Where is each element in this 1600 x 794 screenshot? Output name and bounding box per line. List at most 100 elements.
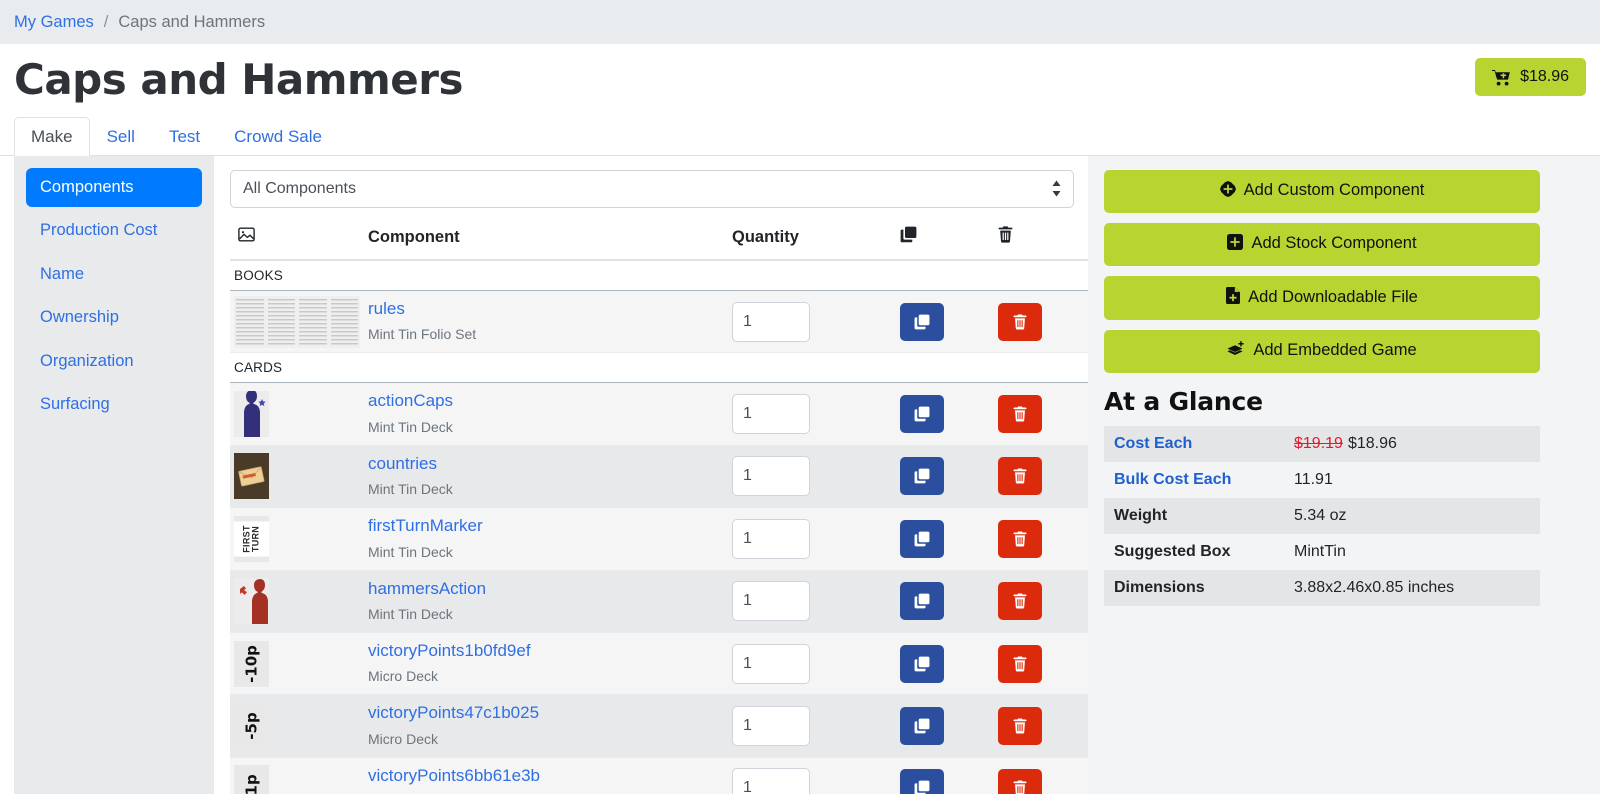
trash-icon [1013, 314, 1027, 330]
row-delete-cell [990, 445, 1088, 509]
quantity-input[interactable] [732, 518, 810, 559]
points-card-text: -10p [242, 644, 261, 683]
sidebar-item-production-cost[interactable]: Production Cost [26, 211, 202, 250]
component-link[interactable]: hammersAction [368, 579, 716, 599]
quantity-input[interactable] [732, 394, 810, 435]
quantity-input[interactable] [732, 768, 810, 794]
tab-sell[interactable]: Sell [90, 117, 152, 156]
component-subtitle: Mint Tin Deck [368, 605, 453, 622]
add-stock-component-label: Add Stock Component [1251, 234, 1417, 252]
plus-circle-icon [1219, 181, 1236, 202]
copy-icon [900, 226, 917, 247]
glance-row-bulk-cost-each: Bulk Cost Each 11.91 [1104, 462, 1540, 498]
row-copy-cell [892, 694, 990, 758]
trash-icon [1013, 468, 1027, 485]
glance-row-weight: Weight 5.34 oz [1104, 498, 1540, 534]
row-copy-cell [892, 290, 990, 354]
add-custom-component-button[interactable]: Add Custom Component [1104, 170, 1540, 213]
delete-button[interactable] [998, 457, 1042, 496]
tab-test[interactable]: Test [152, 117, 217, 156]
glance-key-bulk-cost-each[interactable]: Bulk Cost Each [1104, 462, 1284, 498]
breadcrumb-separator: / [103, 12, 109, 31]
glance-key-cost-each[interactable]: Cost Each [1104, 426, 1284, 462]
quantity-input[interactable] [732, 581, 810, 622]
tab-crowd-sale[interactable]: Crowd Sale [217, 117, 339, 156]
row-delete-cell [990, 290, 1088, 354]
row-name-cell: victoryPoints6bb61e3b Micro Deck [360, 757, 724, 794]
components-table: Component Quantity BOOKS rules Mint Tin … [230, 216, 1088, 794]
sidebar-item-name[interactable]: Name [26, 255, 202, 294]
component-link[interactable]: firstTurnMarker [368, 516, 716, 536]
delete-button[interactable] [998, 302, 1042, 341]
duplicate-button[interactable] [900, 457, 944, 496]
duplicate-button[interactable] [900, 644, 944, 683]
component-link[interactable]: victoryPoints1b0fd9ef [368, 641, 716, 661]
section-label: CARDS [230, 352, 1088, 384]
quantity-input[interactable] [732, 301, 810, 342]
at-a-glance-table: Cost Each $19.19 $18.96 Bulk Cost Each 11… [1104, 426, 1540, 606]
row-qty-cell [724, 290, 892, 354]
column-header-thumbnail [230, 216, 360, 261]
row-qty-cell [724, 382, 892, 446]
sidebar-item-components[interactable]: Components [26, 168, 202, 208]
sidebar-item-surfacing[interactable]: Surfacing [26, 385, 202, 424]
quantity-input[interactable] [732, 706, 810, 747]
component-link[interactable]: rules [368, 299, 716, 319]
row-name-cell: hammersAction Mint Tin Deck [360, 570, 724, 633]
copy-icon [914, 531, 930, 547]
plus-square-icon [1227, 234, 1244, 255]
row-qty-cell [724, 757, 892, 794]
row-qty-cell [724, 445, 892, 509]
glance-value-weight: 5.34 oz [1284, 498, 1540, 534]
duplicate-button[interactable] [900, 707, 944, 746]
add-embedded-game-button[interactable]: Add Embedded Game [1104, 330, 1540, 373]
breadcrumb-link-my-games[interactable]: My Games [14, 13, 94, 32]
table-row: countries Mint Tin Deck [230, 445, 1088, 509]
duplicate-button[interactable] [900, 302, 944, 341]
component-link[interactable]: countries [368, 454, 716, 474]
quantity-input[interactable] [732, 643, 810, 684]
breadcrumb-current: Caps and Hammers [118, 12, 266, 31]
delete-button[interactable] [998, 644, 1042, 683]
cart-button[interactable]: $18.96 [1475, 58, 1586, 96]
figure-star-card-thumbnail [230, 391, 360, 438]
copy-icon [914, 406, 930, 422]
actions-panel: Add Custom Component Add Stock Component [1088, 156, 1600, 794]
delete-button[interactable] [998, 519, 1042, 558]
glance-key-dimensions: Dimensions [1104, 570, 1284, 606]
first-turn-card-text: FIRST TURN [234, 521, 269, 557]
duplicate-button[interactable] [900, 769, 944, 794]
row-thumbnail-cell: -1p [230, 757, 360, 794]
delete-button[interactable] [998, 769, 1042, 794]
duplicate-button[interactable] [900, 582, 944, 621]
row-copy-cell [892, 382, 990, 446]
delete-button[interactable] [998, 395, 1042, 434]
delete-button[interactable] [998, 582, 1042, 621]
column-header-component: Component [360, 216, 724, 261]
row-name-cell: rules Mint Tin Folio Set [360, 290, 724, 354]
component-filter-select[interactable]: All Components [230, 170, 1074, 208]
rules-page-spread-thumbnail [230, 295, 360, 348]
component-link[interactable]: actionCaps [368, 391, 716, 411]
delete-button[interactable] [998, 707, 1042, 746]
glance-value-bulk-cost-each: 11.91 [1284, 462, 1540, 498]
tab-make[interactable]: Make [14, 116, 90, 156]
table-row: FIRST TURN firstTurnMarker Mint Tin Deck [230, 507, 1088, 571]
row-name-cell: firstTurnMarker Mint Tin Deck [360, 507, 724, 571]
add-stock-component-button[interactable]: Add Stock Component [1104, 223, 1540, 266]
component-link[interactable]: victoryPoints47c1b025 [368, 703, 716, 723]
sidebar-item-organization[interactable]: Organization [26, 342, 202, 381]
duplicate-button[interactable] [900, 519, 944, 558]
row-copy-cell [892, 632, 990, 696]
row-name-cell: victoryPoints1b0fd9ef Micro Deck [360, 632, 724, 696]
duplicate-button[interactable] [900, 395, 944, 434]
copy-icon [914, 656, 930, 672]
add-downloadable-file-button[interactable]: Add Downloadable File [1104, 276, 1540, 320]
points-card-thumbnail: -1p [230, 765, 360, 794]
trash-icon [1013, 656, 1027, 672]
column-header-delete [990, 216, 1088, 261]
quantity-input[interactable] [732, 456, 810, 497]
row-thumbnail-cell [230, 445, 360, 509]
component-link[interactable]: victoryPoints6bb61e3b [368, 766, 716, 786]
sidebar-item-ownership[interactable]: Ownership [26, 298, 202, 337]
